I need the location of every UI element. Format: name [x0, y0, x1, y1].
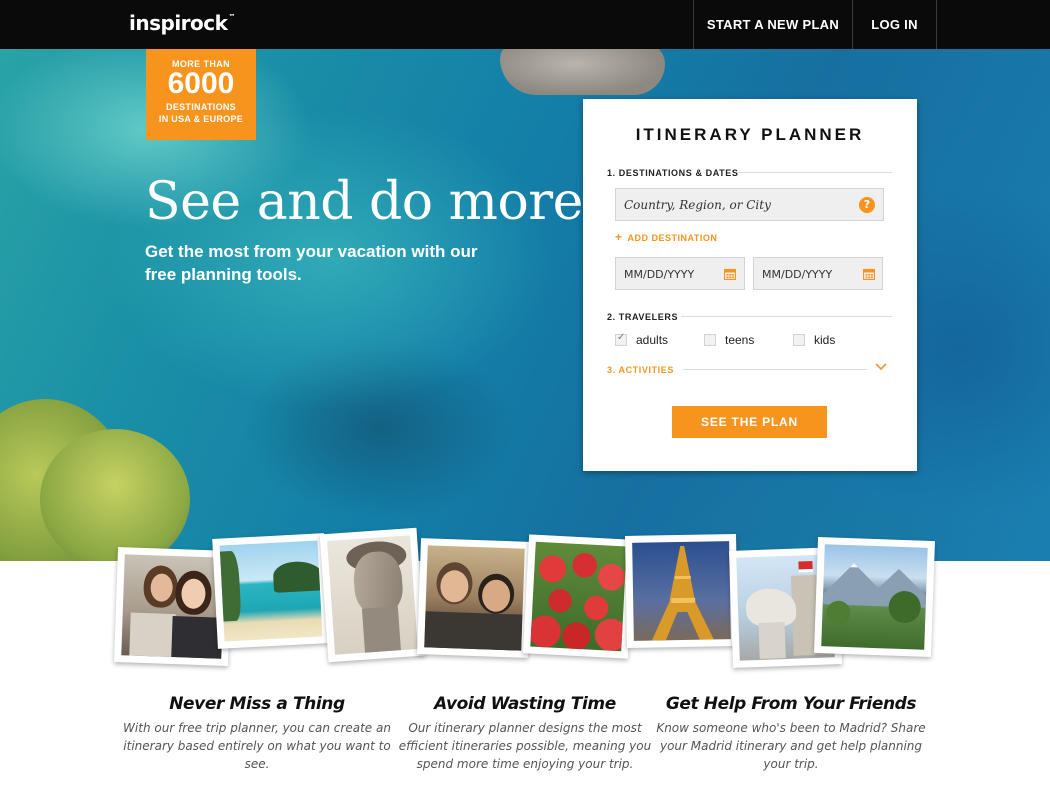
end-date-input[interactable]: MM/DD/YYYY [753, 257, 883, 290]
traveler-adults-checkbox[interactable]: adults [615, 332, 669, 347]
feature-title: Avoid Wasting Time [434, 694, 616, 714]
traveler-adults-label: adults [636, 333, 669, 347]
calendar-icon[interactable] [724, 268, 736, 280]
calendar-icon[interactable] [863, 268, 875, 280]
feature-title: Get Help From Your Friends [665, 694, 917, 714]
end-date-placeholder: MM/DD/YYYY [762, 268, 833, 281]
activities-toggle[interactable]: 3. ACTIVITIES [607, 365, 674, 375]
start-date-input[interactable]: MM/DD/YYYY [615, 257, 745, 290]
add-destination-link[interactable]: + ADD DESTINATION [615, 230, 717, 244]
red-tulips-photo [522, 534, 635, 659]
traveler-teens-checkbox[interactable]: teens [704, 333, 754, 347]
coastal-shrub-highlight [40, 429, 190, 561]
beach-cove-photo [212, 533, 330, 649]
hero-headline: See and do more [145, 172, 583, 232]
question-circle-icon[interactable]: ? [859, 197, 875, 213]
logo-text: inspirock [129, 11, 228, 35]
checkbox-checked[interactable] [615, 332, 627, 346]
add-destination-label: ADD DESTINATION [627, 233, 718, 243]
section-travelers-label: 2. TRAVELERS [607, 312, 679, 322]
feature-description: Our itinerary planner designs the most e… [398, 721, 652, 771]
inspirock-logo[interactable]: inspirock™ [129, 11, 235, 35]
section-destinations-label: 1. DESTINATIONS & DATES [607, 168, 739, 178]
traveler-kids-checkbox[interactable]: kids [793, 333, 835, 347]
destinations-count-badge: MORE THAN 6000 DESTINATIONS IN USA & EUR… [146, 49, 256, 140]
rock-island [500, 49, 665, 95]
feature-description: Know someone who's been to Madrid? Share… [656, 721, 926, 771]
itinerary-planner-card: ITINERARY PLANNER 1. DESTINATIONS & DATE… [583, 99, 917, 471]
chevron-down-icon[interactable] [875, 362, 887, 372]
traveler-kids-label: kids [814, 333, 836, 347]
section-divider [738, 172, 892, 173]
planner-title: ITINERARY PLANNER [635, 125, 865, 144]
badge-caption-2: IN USA & EUROPE [158, 114, 244, 124]
section-divider [683, 369, 867, 370]
logo-trademark: ™ [228, 13, 235, 21]
plus-icon: + [615, 230, 623, 244]
traveler-teens-label: teens [725, 333, 755, 347]
start-new-plan-link[interactable]: START A NEW PLAN [693, 0, 852, 49]
mountain-valley-photo [814, 536, 935, 658]
hero-subheadline: Get the most from your vacation with our… [145, 242, 478, 284]
david-statue-photo [319, 527, 426, 663]
friends-selfie-photo [417, 538, 532, 658]
checkbox-unchecked[interactable] [793, 334, 805, 346]
top-nav-bar: inspirock™ START A NEW PLAN LOG IN [0, 0, 1050, 49]
destination-placeholder: Country, Region, or City [624, 198, 771, 212]
badge-caption-1: DESTINATIONS [166, 102, 236, 112]
feature-never-miss: Never Miss a Thing With our free trip pl… [122, 694, 392, 773]
feature-description: With our free trip planner, you can crea… [123, 721, 391, 771]
checkbox-unchecked[interactable] [704, 334, 716, 346]
badge-number: 6000 [167, 67, 235, 100]
destination-input[interactable]: Country, Region, or City ? [615, 188, 884, 221]
feature-avoid-wasting-time: Avoid Wasting Time Our itinerary planner… [390, 694, 660, 773]
see-the-plan-button[interactable]: SEE THE PLAN [672, 406, 827, 438]
eiffel-tower-photo [625, 534, 738, 648]
feature-help-from-friends: Get Help From Your Friends Know someone … [656, 694, 926, 773]
section-divider [681, 316, 892, 317]
start-date-placeholder: MM/DD/YYYY [624, 268, 695, 281]
log-in-link[interactable]: LOG IN [852, 0, 937, 49]
feature-title: Never Miss a Thing [169, 694, 345, 714]
